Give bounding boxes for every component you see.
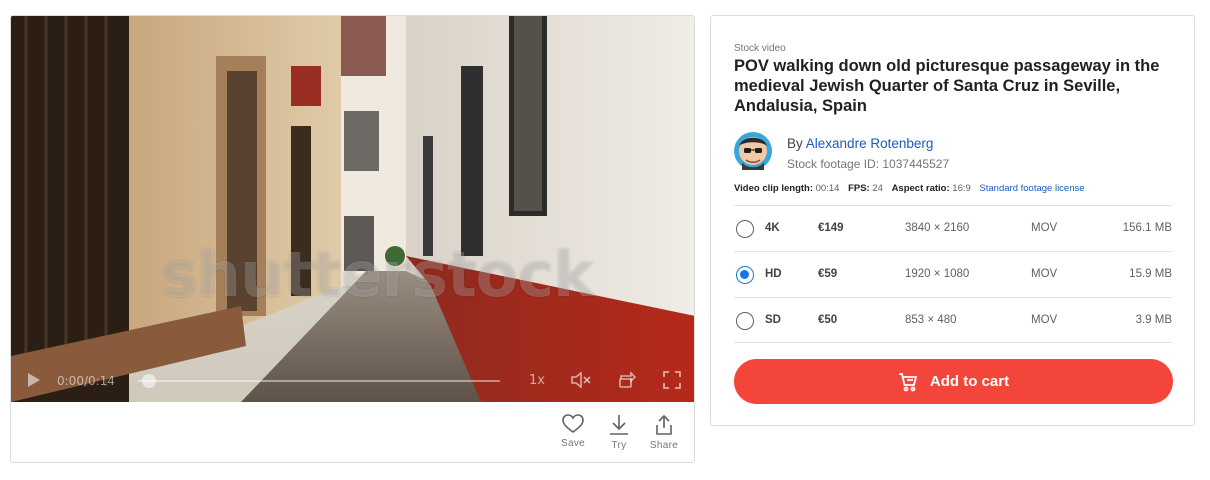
option-row-4k[interactable]: 4K €149 3840 × 2160 MOV 156.1 MB (734, 205, 1172, 251)
size-options: 4K €149 3840 × 2160 MOV 156.1 MB HD €59 … (734, 205, 1172, 343)
play-icon[interactable] (27, 372, 41, 392)
player-controls: 0:00/0:14 1x (11, 366, 694, 396)
video-actions: Save Try Share (11, 402, 694, 462)
option-size: 3.9 MB (1135, 314, 1172, 326)
radio-4k[interactable] (736, 220, 754, 238)
option-quality: HD (765, 268, 782, 280)
option-format: MOV (1031, 314, 1058, 326)
avatar[interactable] (734, 132, 772, 170)
video-card: shutterstock 0:00/0:14 1x Save Try Share (10, 15, 695, 463)
radio-hd[interactable] (736, 266, 754, 284)
save-label: Save (561, 438, 585, 449)
aspect-value: 16:9 (952, 183, 971, 194)
share-label: Share (649, 440, 679, 451)
fullscreen-icon[interactable] (663, 371, 681, 393)
footage-id: Stock footage ID: 1037445527 (787, 157, 950, 171)
option-size: 156.1 MB (1122, 222, 1172, 234)
aspect-label: Aspect ratio: (891, 183, 950, 194)
share-button[interactable]: Share (646, 414, 682, 451)
playback-speed[interactable]: 1x (529, 373, 545, 388)
option-resolution: 3840 × 2160 (905, 222, 970, 234)
option-quality: SD (765, 314, 781, 326)
length-label: Video clip length: (734, 183, 813, 194)
clip-meta: Video clip length: 00:14 FPS: 24 Aspect … (734, 183, 1085, 194)
fps-label: FPS: (848, 183, 870, 194)
video-player[interactable]: shutterstock 0:00/0:14 1x (11, 16, 694, 402)
video-still (11, 16, 694, 402)
option-resolution: 1920 × 1080 (905, 268, 970, 280)
option-format: MOV (1031, 222, 1058, 234)
save-button[interactable]: Save (555, 414, 591, 449)
cart-icon (898, 372, 918, 391)
heart-icon (562, 414, 584, 433)
option-resolution: 853 × 480 (905, 314, 957, 326)
option-size: 15.9 MB (1129, 268, 1172, 280)
author-link[interactable]: Alexandre Rotenberg (806, 136, 934, 151)
progress-bar[interactable] (138, 380, 500, 382)
option-price: €50 (818, 314, 838, 326)
author-byline: By Alexandre Rotenberg (787, 136, 933, 151)
option-quality: 4K (765, 222, 780, 234)
asset-type: Stock video (734, 43, 786, 54)
mute-icon[interactable] (571, 371, 593, 393)
progress-handle[interactable] (141, 374, 156, 388)
length-value: 00:14 (815, 183, 840, 194)
option-price: €59 (818, 268, 838, 280)
fps-value: 24 (872, 183, 883, 194)
share-icon (656, 414, 672, 435)
download-icon (610, 415, 628, 435)
try-button[interactable]: Try (601, 414, 637, 451)
by-prefix: By (787, 136, 803, 151)
clip-title: POV walking down old picturesque passage… (734, 57, 1160, 115)
option-row-hd[interactable]: HD €59 1920 × 1080 MOV 15.9 MB (734, 251, 1172, 297)
watermark: shutterstock (161, 238, 594, 311)
time-display: 0:00/0:14 (57, 374, 115, 388)
option-format: MOV (1031, 268, 1058, 280)
loop-icon[interactable] (617, 371, 637, 393)
add-to-cart-label: Add to cart (929, 373, 1010, 390)
add-to-cart-button[interactable]: Add to cart (734, 359, 1173, 404)
try-label: Try (611, 440, 627, 451)
license-link[interactable]: Standard footage license (979, 183, 1084, 194)
option-price: €149 (818, 222, 844, 234)
clip-details-card: Stock video POV walking down old picture… (710, 15, 1195, 426)
option-row-sd[interactable]: SD €50 853 × 480 MOV 3.9 MB (734, 297, 1172, 343)
radio-sd[interactable] (736, 312, 754, 330)
